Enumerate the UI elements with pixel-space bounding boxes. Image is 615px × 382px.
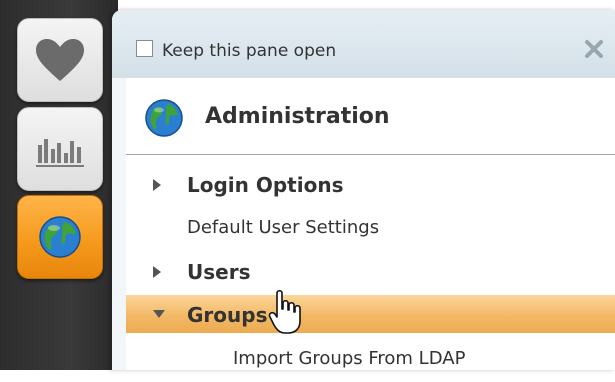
nav-item-label: Import Groups From LDAP <box>233 348 466 369</box>
globe-icon <box>145 99 183 137</box>
globe-icon <box>39 216 81 258</box>
sidebar-rail <box>0 0 118 370</box>
hand-cursor-icon <box>268 289 301 334</box>
triangle-right-icon[interactable] <box>152 178 162 192</box>
triangle-right-icon[interactable] <box>152 265 162 279</box>
nav-item-label: Default User Settings <box>187 217 380 238</box>
pane-header: Keep this pane open <box>112 10 615 78</box>
nav-item-label: Groups <box>187 303 268 327</box>
nav-item-users[interactable]: Users <box>126 251 615 291</box>
close-icon[interactable] <box>583 38 605 60</box>
nav-item-label: Login Options <box>187 173 344 197</box>
triangle-down-icon[interactable] <box>152 309 166 319</box>
administration-button[interactable] <box>17 195 103 279</box>
bar-chart-icon <box>36 139 84 167</box>
nav-item-import-groups-from-ldap[interactable]: Import Groups From LDAP <box>126 342 615 382</box>
nav-item-groups[interactable]: Groups <box>126 295 615 333</box>
keep-pane-open-label[interactable]: Keep this pane open <box>162 41 336 61</box>
nav-item-login-options[interactable]: Login Options <box>126 164 615 204</box>
pane-content: Administration Login Options Default Use… <box>126 78 615 370</box>
heart-icon <box>36 39 84 81</box>
favorites-button[interactable] <box>17 18 103 102</box>
nav-item-label: Users <box>187 260 251 284</box>
section-header: Administration <box>126 78 615 155</box>
nav-item-default-user-settings[interactable]: Default User Settings <box>126 208 615 248</box>
admin-pane: Keep this pane open Administration Login… <box>112 10 615 370</box>
section-title: Administration <box>205 104 390 129</box>
reports-button[interactable] <box>17 107 103 191</box>
keep-pane-open-checkbox[interactable] <box>136 40 153 57</box>
